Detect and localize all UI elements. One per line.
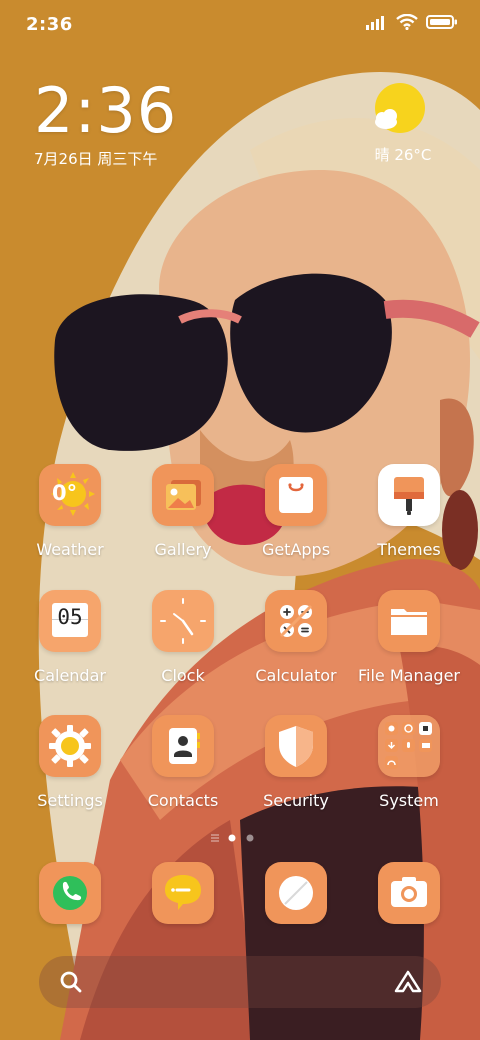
wifi-icon <box>396 14 418 30</box>
sunny-cloud-icon <box>375 83 425 133</box>
clock-widget-time: 2:36 <box>34 74 178 147</box>
app-calculator[interactable]: Calculator <box>239 590 353 685</box>
getapps-icon <box>265 464 327 526</box>
app-label: Weather <box>36 540 104 559</box>
home-lines-icon <box>211 834 219 842</box>
status-icons <box>366 14 458 30</box>
app-themes[interactable]: Themes <box>352 464 466 559</box>
clock-widget-date: 7月26日 周三下午 <box>34 150 158 168</box>
app-label: Themes <box>377 540 441 559</box>
calculator-icon <box>265 590 327 652</box>
clock-widget[interactable]: 2:36 7月26日 周三下午 <box>34 76 177 169</box>
camera-icon[interactable] <box>378 862 440 924</box>
signal-icon <box>366 16 384 30</box>
status-bar: 2:36 <box>0 0 480 50</box>
status-time: 2:36 <box>26 14 73 35</box>
app-file-manager[interactable]: File Manager <box>352 590 466 685</box>
app-weather[interactable]: 0° Weather <box>13 464 127 559</box>
page-indicator[interactable] <box>0 829 480 848</box>
calendar-icon: 05 <box>39 590 101 652</box>
app-contacts[interactable]: Contacts <box>126 715 240 810</box>
weather-widget-text: 晴 26°C <box>374 146 432 164</box>
weather-widget[interactable]: 晴 26°C <box>362 82 444 165</box>
app-security[interactable]: Security <box>239 715 353 810</box>
settings-icon <box>39 715 101 777</box>
security-icon <box>265 715 327 777</box>
search-icon[interactable] <box>58 969 84 995</box>
weather-icon: 0° <box>39 464 101 526</box>
themes-icon <box>378 464 440 526</box>
app-label: Calendar <box>34 666 106 685</box>
app-label: Contacts <box>147 791 219 810</box>
phone-icon[interactable] <box>39 862 101 924</box>
battery-icon <box>426 15 457 29</box>
app-clock[interactable]: Clock <box>126 590 240 685</box>
system-folder-icon <box>378 715 440 777</box>
file-manager-icon <box>378 590 440 652</box>
app-label: Clock <box>161 666 205 685</box>
app-label: Gallery <box>154 540 212 559</box>
browser-icon[interactable] <box>265 862 327 924</box>
app-label: File Manager <box>358 666 460 685</box>
app-label: Settings <box>37 791 103 810</box>
contacts-icon <box>152 715 214 777</box>
app-label: Security <box>263 791 329 810</box>
messaging-icon[interactable] <box>152 862 214 924</box>
app-system-folder[interactable]: System <box>352 715 466 810</box>
gallery-icon <box>152 464 214 526</box>
app-label: Calculator <box>255 666 337 685</box>
page-dot <box>246 834 254 842</box>
app-getapps[interactable]: GetApps <box>239 464 353 559</box>
calendar-day: 05 <box>57 605 83 629</box>
app-settings[interactable]: Settings <box>13 715 127 810</box>
app-gallery[interactable]: Gallery <box>126 464 240 559</box>
search-bar[interactable] <box>39 956 441 1008</box>
app-label: System <box>379 791 439 810</box>
app-calendar[interactable]: 05 Calendar <box>13 590 127 685</box>
clock-icon <box>152 590 214 652</box>
page-dot-active <box>228 834 236 842</box>
app-vault-icon[interactable] <box>393 969 423 995</box>
weather-temp: 0° <box>52 481 78 505</box>
app-label: GetApps <box>261 540 331 559</box>
